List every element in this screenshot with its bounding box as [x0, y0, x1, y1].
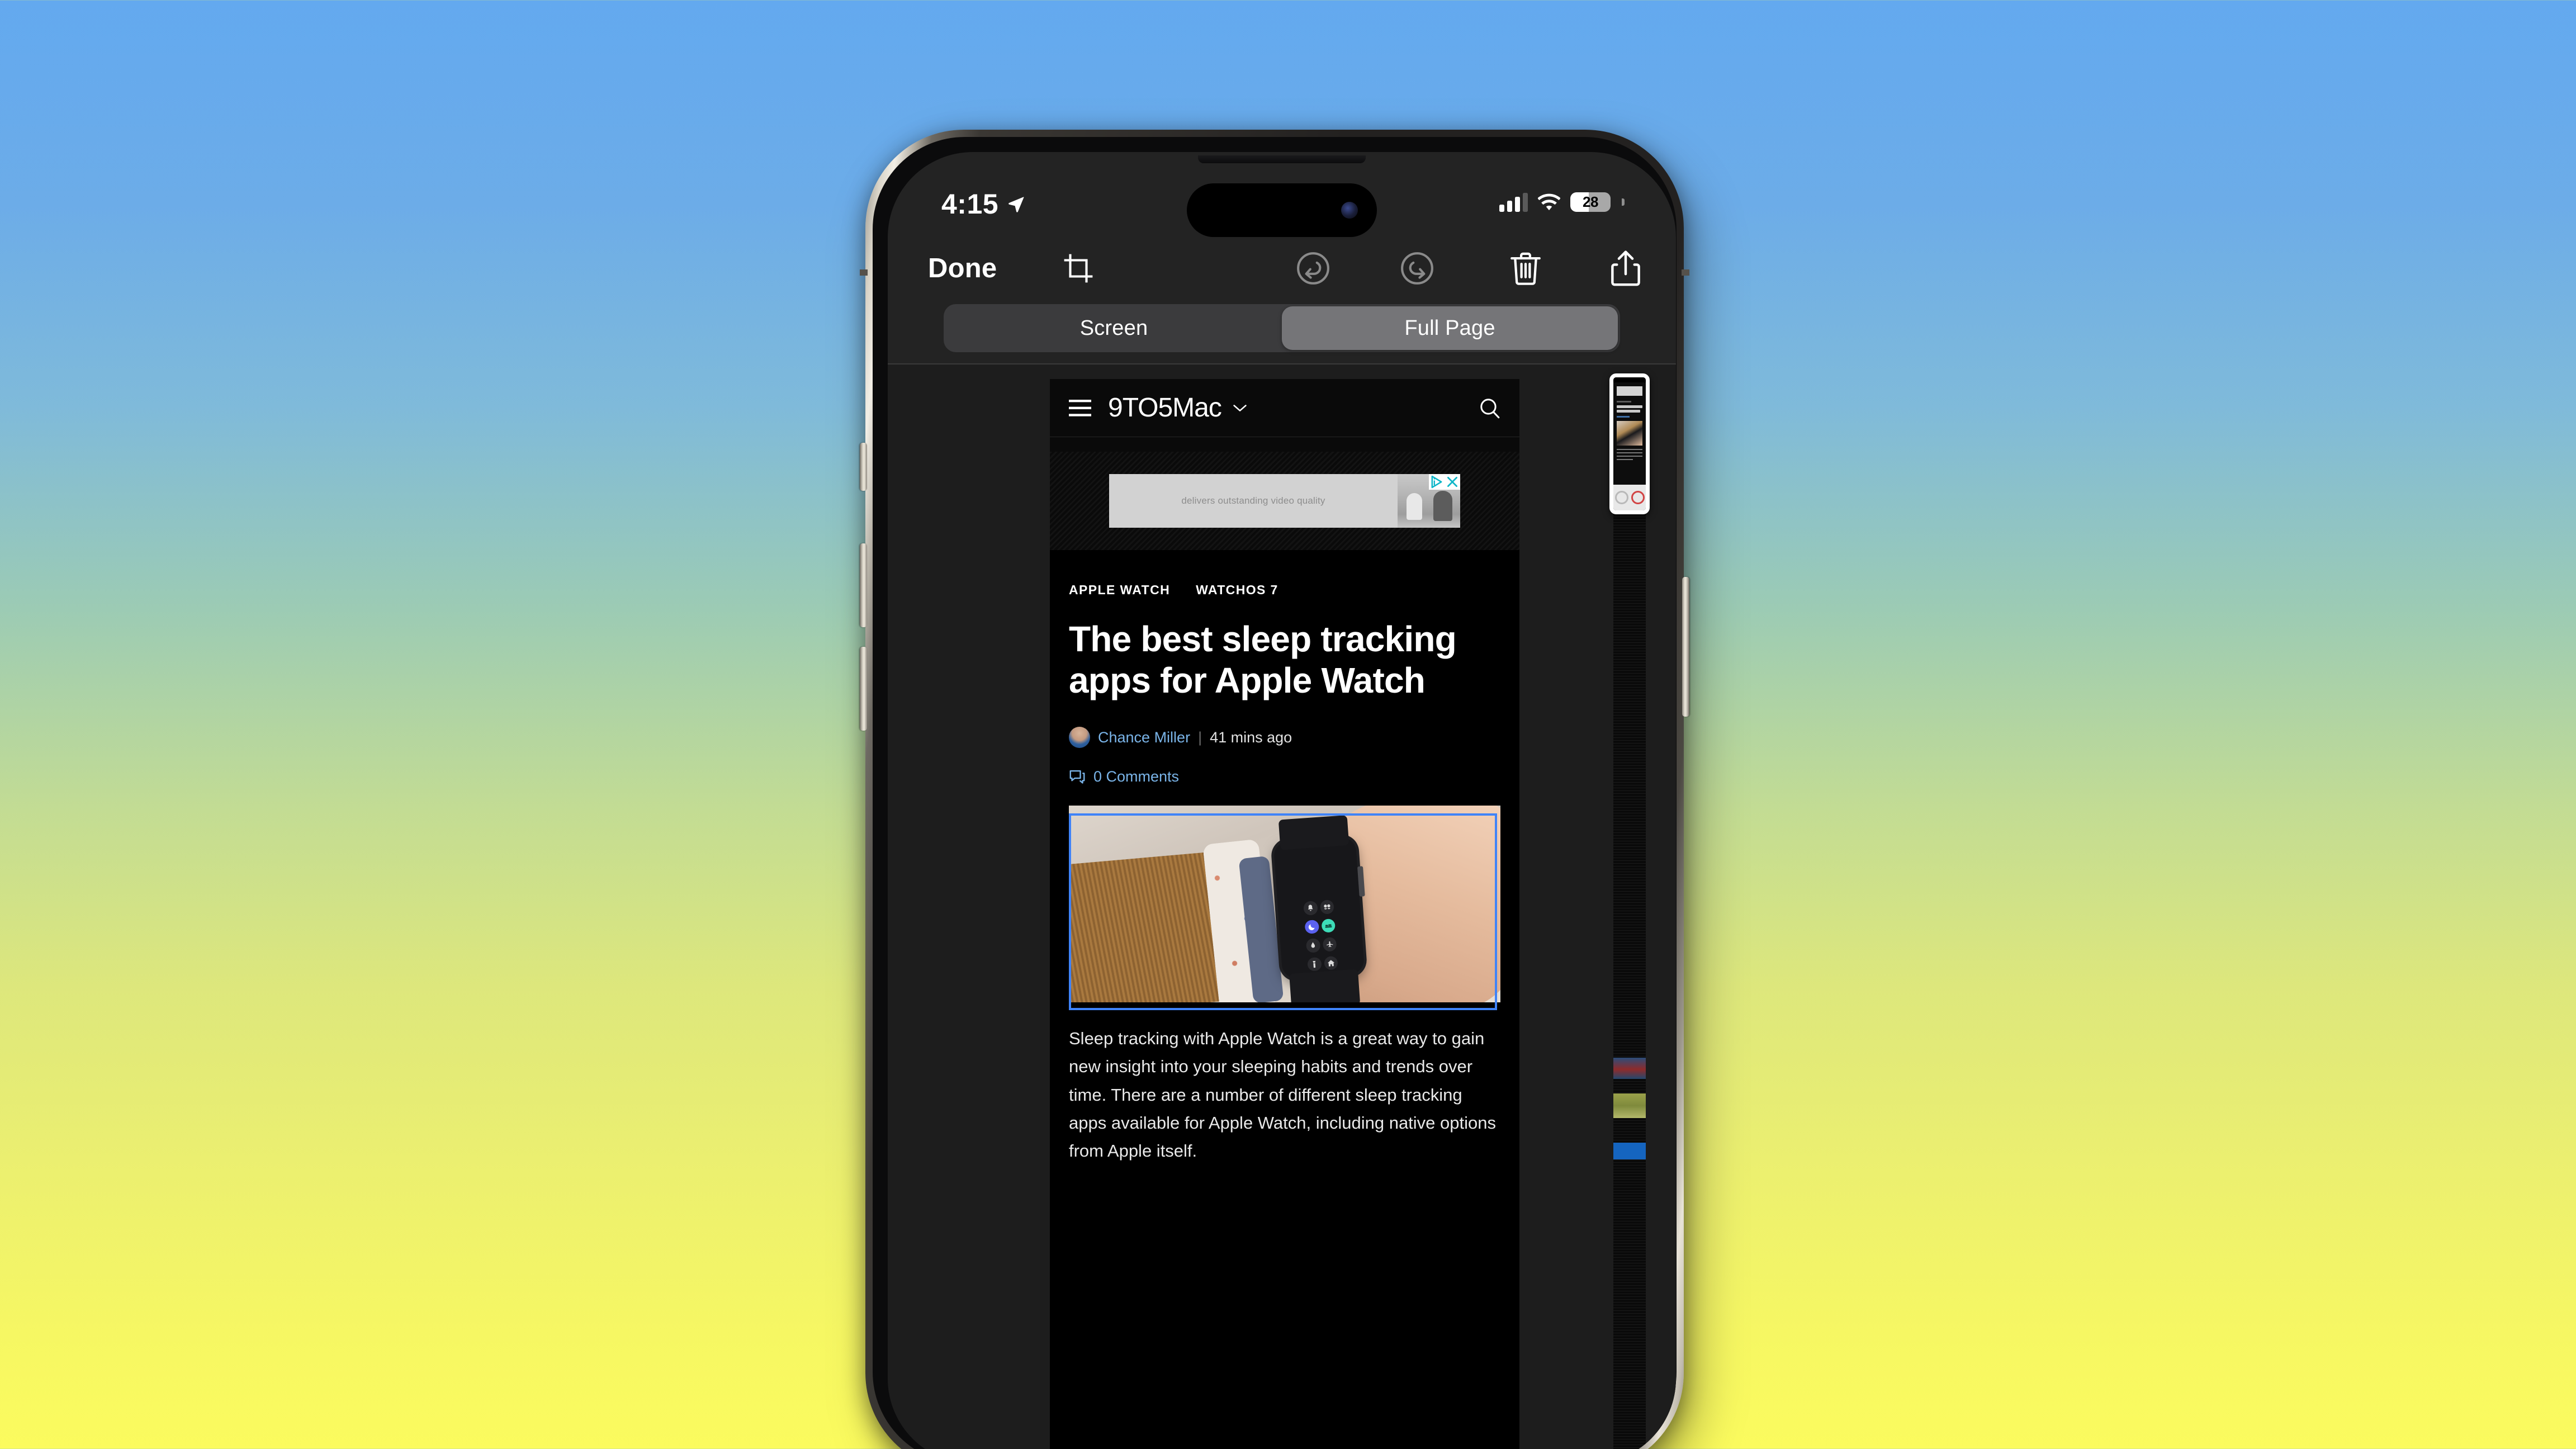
minimap-view-footer-products — [1613, 485, 1646, 510]
volume-up-button[interactable] — [860, 543, 867, 627]
ad-text: delivers outstanding video quality — [1181, 495, 1325, 506]
minimap-view-ad — [1617, 386, 1642, 396]
water-lock-icon — [1306, 938, 1321, 953]
battery-percent-label: 28 — [1583, 193, 1598, 210]
battery-cap — [1622, 198, 1625, 206]
dynamic-island[interactable] — [1187, 183, 1377, 237]
power-button[interactable] — [1682, 577, 1689, 717]
close-x-icon[interactable] — [1445, 474, 1460, 490]
minimap-thumb-2 — [1613, 1093, 1646, 1118]
site-header: 9TO5Mac — [1050, 379, 1519, 437]
editor-toolbar: Done — [888, 237, 1676, 300]
hamburger-menu-icon[interactable] — [1069, 399, 1091, 416]
chevron-down-icon[interactable] — [1233, 404, 1247, 413]
location-arrow-icon — [1008, 197, 1024, 212]
site-brand[interactable]: 9TO5Mac — [1108, 392, 1247, 423]
status-bar-left: 4:15 — [941, 188, 1025, 220]
apple-watch — [1273, 815, 1366, 1003]
ad-zone: delivers outstanding video quality — [1050, 437, 1519, 550]
article-categories: APPLE WATCH WATCHOS 7 — [1069, 583, 1500, 598]
earpiece-speaker — [1198, 155, 1366, 163]
control-center-grid — [1303, 898, 1339, 972]
redo-icon[interactable] — [1400, 251, 1434, 286]
front-camera-icon — [1341, 202, 1358, 219]
device-frame: 4:15 28 Done Screen Full Page 9TO5Mac de… — [860, 130, 1689, 1449]
full-page-scroll-minimap[interactable] — [1609, 363, 1650, 1449]
crop-icon[interactable] — [1062, 252, 1095, 285]
category-apple-watch[interactable]: APPLE WATCH — [1069, 583, 1170, 598]
author-name[interactable]: Chance Miller — [1098, 729, 1190, 746]
minimap-viewport-indicator[interactable] — [1609, 373, 1650, 514]
antenna-line-left — [860, 269, 868, 276]
minimap-page-strip[interactable] — [1613, 382, 1646, 1449]
undo-icon[interactable] — [1296, 251, 1330, 286]
category-watchos-7[interactable]: WATCHOS 7 — [1196, 583, 1278, 598]
do-not-disturb-icon — [1305, 919, 1320, 935]
iphone-device: 4:15 28 Done Screen Full Page 9TO5Mac de… — [860, 130, 1711, 1449]
comment-bubble-icon — [1069, 770, 1085, 784]
battery-indicator: 28 — [1570, 192, 1611, 212]
minimap-view-hero — [1617, 421, 1642, 446]
minimap-view-kicker — [1617, 401, 1631, 402]
article-byline: Chance Miller | 41 mins ago — [1069, 727, 1500, 749]
minimap-thumb-1 — [1613, 1058, 1646, 1079]
article-timestamp: 41 mins ago — [1210, 728, 1292, 746]
byline-separator: | — [1198, 728, 1202, 746]
watch-strap-bottom — [1289, 968, 1361, 1003]
captured-page-canvas[interactable]: 9TO5Mac delivers outstanding video quali… — [1050, 379, 1519, 1449]
trash-icon[interactable] — [1509, 250, 1542, 286]
cellular-bars-icon — [1499, 192, 1528, 212]
screenshot-editor-app: 4:15 28 Done Screen Full Page 9TO5Mac de… — [888, 152, 1676, 1449]
wifi-icon — [1538, 193, 1560, 210]
product-thumb-2 — [1631, 491, 1645, 504]
status-bar-right: 28 — [1499, 192, 1625, 212]
device-bezel: 4:15 28 Done Screen Full Page 9TO5Mac de… — [873, 137, 1677, 1449]
antenna-line-right — [1682, 269, 1689, 276]
article-body-paragraph: Sleep tracking with Apple Watch is a gre… — [1069, 1029, 1496, 1161]
ad-controls — [1429, 474, 1460, 490]
hero-image — [1069, 806, 1500, 1003]
share-icon[interactable] — [1610, 250, 1641, 287]
action-button[interactable] — [860, 443, 867, 491]
segment-screen[interactable]: Screen — [946, 306, 1282, 350]
device-screen: 4:15 28 Done Screen Full Page 9TO5Mac de… — [888, 152, 1676, 1449]
minimap-view-headline-1 — [1617, 405, 1642, 408]
minimap-view-text — [1617, 449, 1642, 460]
segment-track: Screen Full Page — [944, 304, 1620, 352]
watch-strap-top — [1278, 815, 1349, 850]
capture-mode-segmented-control: Screen Full Page — [888, 304, 1676, 352]
search-icon[interactable] — [1479, 397, 1500, 419]
minimap-view-header — [1613, 377, 1646, 382]
done-button[interactable]: Done — [928, 253, 997, 284]
brand-label: 9TO5Mac — [1108, 393, 1222, 423]
article: APPLE WATCH WATCHOS 7 The best sleep tra… — [1050, 550, 1519, 1182]
product-thumb-1 — [1614, 491, 1628, 504]
comments-link[interactable]: 0 Comments — [1069, 768, 1500, 785]
hero-image-wrapper[interactable] — [1069, 806, 1500, 1011]
silent-mode-icon — [1303, 901, 1319, 916]
adchoices-icon[interactable] — [1429, 474, 1445, 490]
author-avatar — [1069, 727, 1090, 749]
minimap-view-headline-2 — [1617, 410, 1640, 413]
comments-label: 0 Comments — [1093, 768, 1180, 785]
advertisement-banner[interactable]: delivers outstanding video quality — [1109, 474, 1460, 528]
home-icon — [1324, 955, 1339, 970]
article-headline: The best sleep tracking apps for Apple W… — [1069, 619, 1457, 700]
segment-full-page[interactable]: Full Page — [1282, 306, 1618, 350]
clock-label: 4:15 — [941, 188, 999, 220]
minimap-view-byline — [1617, 416, 1630, 418]
theater-mode-icon — [1320, 899, 1335, 915]
airplane-mode-icon — [1322, 937, 1338, 952]
flashlight-icon — [1307, 956, 1323, 972]
volume-down-button[interactable] — [860, 647, 867, 731]
ad-placeholder-hatching: delivers outstanding video quality — [1050, 452, 1519, 550]
sleep-mode-icon — [1321, 918, 1336, 934]
minimap-thumb-3 — [1613, 1143, 1646, 1159]
preview-divider — [888, 363, 1676, 364]
screenshot-preview-area[interactable]: 9TO5Mac delivers outstanding video quali… — [888, 363, 1676, 1449]
